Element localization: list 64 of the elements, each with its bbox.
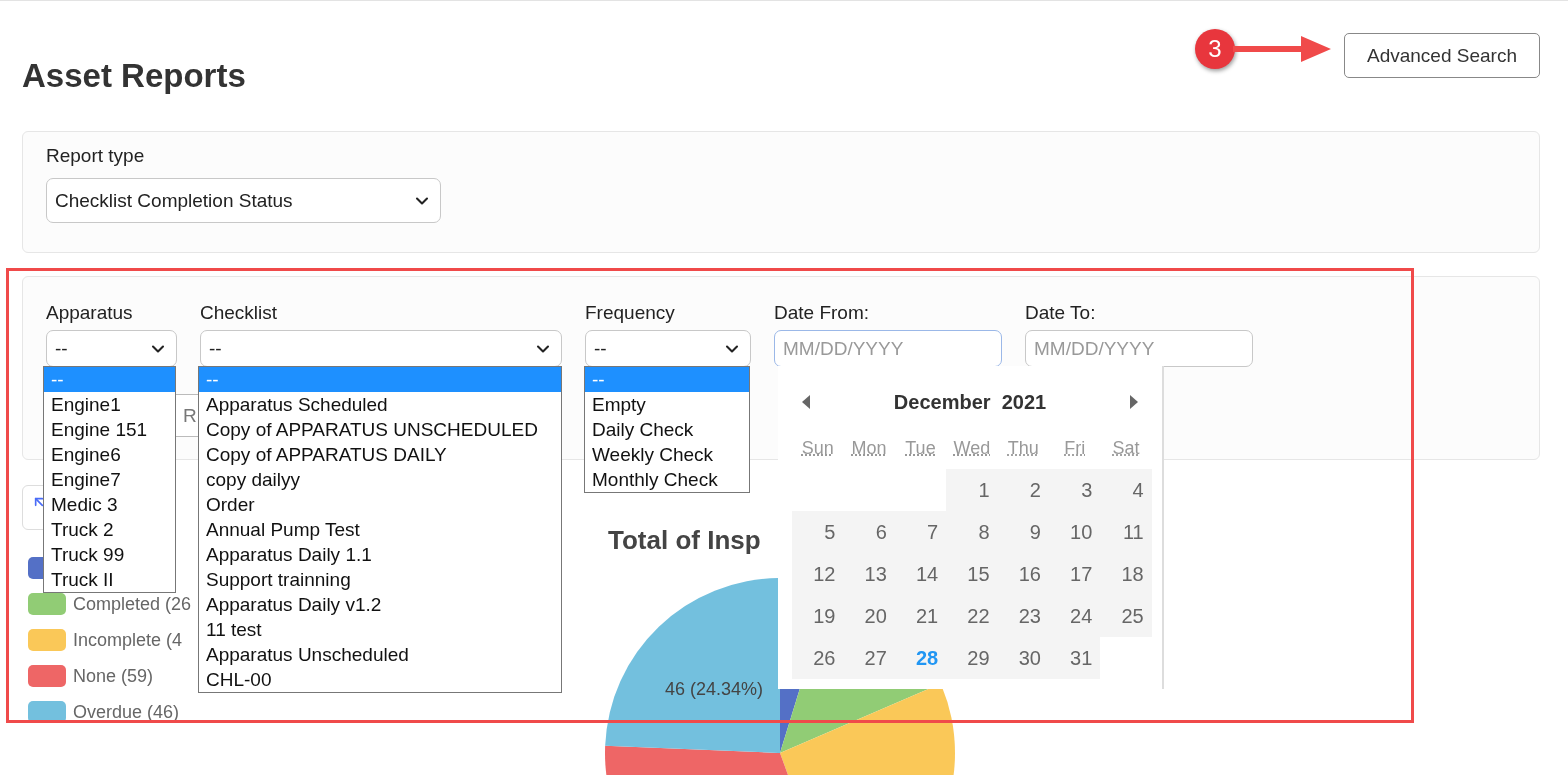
- weekday-label: Sat: [1112, 438, 1140, 459]
- calendar-day[interactable]: 11: [1100, 511, 1152, 553]
- calendar-day[interactable]: 4: [1100, 469, 1152, 511]
- report-type-select[interactable]: Checklist Completion Status: [46, 178, 441, 223]
- calendar-day[interactable]: 15: [946, 553, 998, 595]
- legend-label: Incomplete (4: [73, 629, 183, 651]
- filter-select[interactable]: --: [585, 330, 751, 367]
- calendar-day[interactable]: 21: [894, 595, 947, 637]
- calendar-day[interactable]: 13: [843, 553, 895, 595]
- field-label: Date To:: [1025, 301, 1097, 325]
- calendar-day[interactable]: 27: [843, 637, 895, 679]
- calendar-day[interactable]: 9: [997, 511, 1049, 553]
- advanced-search-button[interactable]: Advanced Search: [1344, 33, 1540, 78]
- calendar-day[interactable]: 2: [997, 469, 1049, 511]
- weekday-label: Mon: [851, 438, 887, 459]
- weekday-label: Fri: [1064, 438, 1086, 459]
- filter-select[interactable]: --: [200, 330, 562, 367]
- field-label: Frequency: [585, 301, 676, 325]
- calendar-day[interactable]: 23: [997, 595, 1049, 637]
- calendar-day[interactable]: 28: [894, 637, 947, 679]
- legend-label: Completed (26: [73, 593, 192, 615]
- next-month-icon[interactable]: [1128, 394, 1140, 410]
- legend-label: None (59): [73, 665, 154, 687]
- calendar-day[interactable]: 18: [1100, 553, 1152, 595]
- calendar-day[interactable]: 5: [792, 511, 844, 553]
- calendar-day[interactable]: 8: [946, 511, 998, 553]
- calendar-day[interactable]: 14: [894, 553, 947, 595]
- calendar-day[interactable]: 3: [1048, 469, 1101, 511]
- weekday-label: Tue: [905, 438, 936, 459]
- calendar-day[interactable]: 25: [1100, 595, 1152, 637]
- field-label: Date From:: [774, 301, 871, 325]
- dropdown-option[interactable]: --: [44, 367, 175, 392]
- calendar-day[interactable]: 19: [792, 595, 844, 637]
- slice-label: 46 (24.34%): [665, 679, 764, 700]
- chart-title: Total of Insp: [608, 525, 761, 556]
- weekday-label: Sun: [801, 438, 834, 459]
- field-label: Apparatus: [46, 301, 134, 325]
- calendar-day[interactable]: 12: [792, 553, 844, 595]
- calendar-day[interactable]: 17: [1048, 553, 1101, 595]
- date-field[interactable]: MM/DD/YYYY: [1025, 330, 1253, 367]
- calendar-day[interactable]: 30: [997, 637, 1049, 679]
- calendar-day[interactable]: 31: [1048, 637, 1101, 679]
- calendar-day[interactable]: 24: [1048, 595, 1101, 637]
- dropdown-option[interactable]: --: [199, 367, 561, 392]
- field-label: Checklist: [200, 301, 279, 325]
- calendar-month: December 2021: [893, 390, 1047, 414]
- calendar-day[interactable]: 1: [946, 469, 998, 511]
- calendar-day[interactable]: 10: [1048, 511, 1101, 553]
- calendar-day[interactable]: 26: [792, 637, 844, 679]
- weekday-label: Wed: [953, 438, 991, 459]
- previous-month-icon[interactable]: [800, 394, 812, 410]
- calendar-day[interactable]: 7: [894, 511, 947, 553]
- calendar-day[interactable]: 6: [843, 511, 895, 553]
- filter-select[interactable]: --: [46, 330, 177, 367]
- step-badge: 3: [1195, 29, 1235, 69]
- weekday-label: Thu: [1007, 438, 1039, 459]
- calendar-day[interactable]: 20: [843, 595, 895, 637]
- calendar-day[interactable]: 22: [946, 595, 998, 637]
- date-field[interactable]: MM/DD/YYYY: [774, 330, 1002, 367]
- calendar-day[interactable]: 16: [997, 553, 1049, 595]
- calendar-day[interactable]: 29: [946, 637, 998, 679]
- dropdown-option[interactable]: --: [585, 367, 749, 392]
- field-label: Report type: [46, 144, 146, 168]
- page-title: Asset Reports: [22, 57, 246, 95]
